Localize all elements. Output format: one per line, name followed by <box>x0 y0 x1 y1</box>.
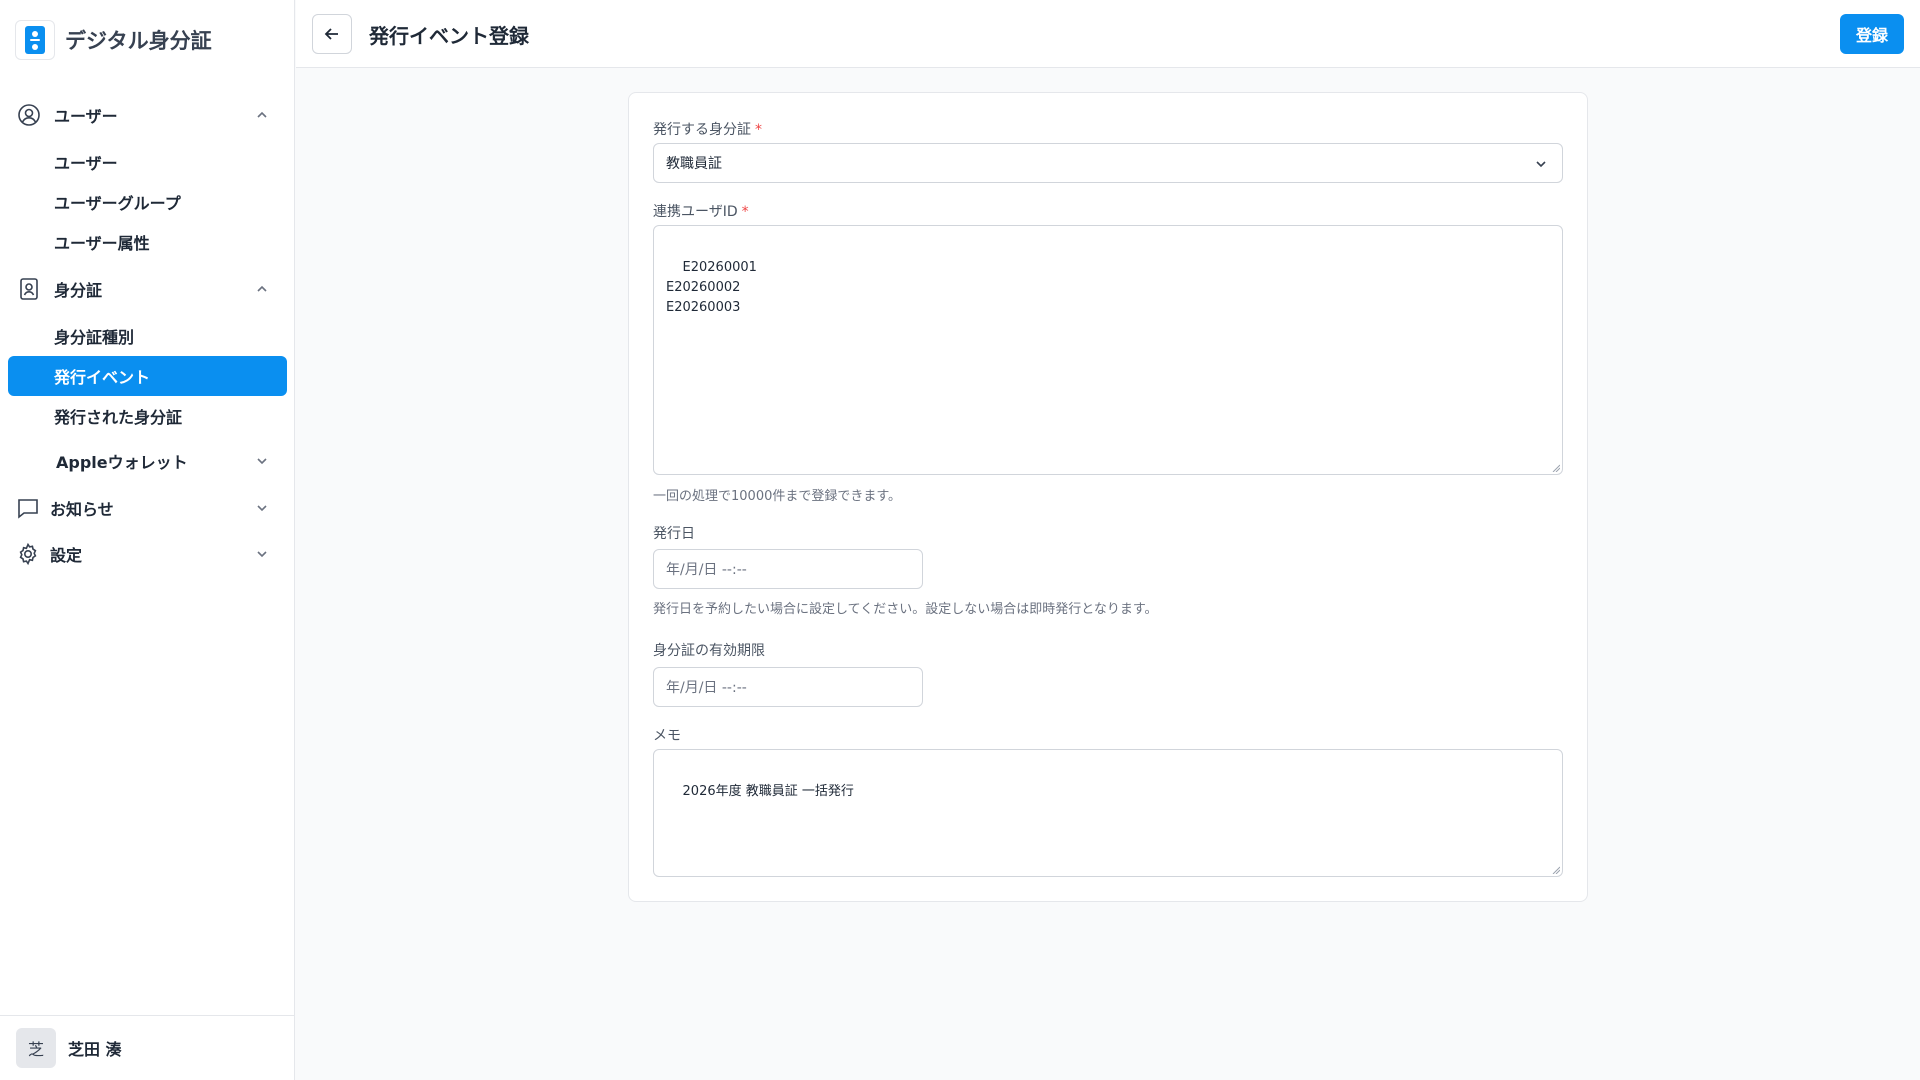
memo-value: 2026年度 教職員証 一括発行 <box>682 784 854 799</box>
user-ids-hint: 一回の処理で10000件まで登録できます。 <box>653 489 902 504</box>
resize-handle-icon[interactable] <box>1552 866 1560 874</box>
resize-handle-icon[interactable] <box>1552 464 1560 472</box>
sidebar-item-issued-ids[interactable]: 発行された身分証 <box>8 396 287 436</box>
avatar: 芝 <box>16 1028 56 1068</box>
chevron-down-icon <box>257 551 267 558</box>
sidebar-item-label: Appleウォレット <box>56 453 188 472</box>
chevron-down-icon <box>257 505 267 512</box>
user-circle-icon <box>18 104 40 126</box>
sidebar-item-id-types[interactable]: 身分証種別 <box>8 316 287 356</box>
memo-label: メモ <box>653 728 681 744</box>
nav-group-label: 身分証 <box>54 281 103 300</box>
issue-date-placeholder: 年/月/日 --:-- <box>666 562 747 578</box>
id-card-logo-icon <box>15 20 55 60</box>
memo-textarea[interactable]: 2026年度 教職員証 一括発行 <box>653 749 1563 877</box>
id-type-select[interactable]: 教職員証 <box>653 143 1563 183</box>
chevron-up-icon <box>257 111 267 118</box>
sidebar-item-user-groups[interactable]: ユーザーグループ <box>8 182 287 222</box>
nav-group-notices[interactable]: お知らせ <box>8 488 287 528</box>
chevron-down-icon <box>1536 161 1546 168</box>
page-header: 発行イベント登録 登録 <box>296 0 1920 68</box>
user-ids-textarea[interactable]: E20260001 E20260002 E20260003 <box>653 225 1563 475</box>
nav-group-label: お知らせ <box>50 500 114 519</box>
sidebar-item-label: 身分証種別 <box>54 328 135 347</box>
app-title: デジタル身分証 <box>65 29 212 53</box>
chevron-up-icon <box>257 285 267 292</box>
expiry-date-placeholder: 年/月/日 --:-- <box>666 680 747 696</box>
nav-group-ids[interactable]: 身分証 <box>8 269 287 309</box>
expiry-date-label: 身分証の有効期限 <box>653 643 765 659</box>
page-title: 発行イベント登録 <box>369 24 529 48</box>
brand[interactable]: デジタル身分証 <box>15 20 212 60</box>
sidebar-item-label: 発行イベント <box>54 368 151 387</box>
user-ids-value: E20260001 E20260002 E20260003 <box>666 260 757 315</box>
user-ids-label: 連携ユーザID * <box>653 204 749 220</box>
nav-group-settings[interactable]: 設定 <box>8 534 287 574</box>
gear-icon <box>19 542 37 566</box>
arrow-left-icon <box>324 28 338 40</box>
expiry-date-input[interactable]: 年/月/日 --:-- <box>653 667 923 707</box>
sidebar: デジタル身分証 ユーザー ユーザー ユーザーグループ ユーザー属性 身分証 身分… <box>0 0 295 1080</box>
nav-group-users[interactable]: ユーザー <box>8 95 287 135</box>
sidebar-item-label: ユーザー <box>54 154 118 173</box>
form-card: 発行する身分証 * 教職員証 連携ユーザID * E20260001 E202600… <box>628 92 1588 902</box>
chevron-down-icon <box>257 458 267 465</box>
id-type-label: 発行する身分証 * <box>653 122 762 138</box>
sidebar-item-label: ユーザーグループ <box>54 194 181 213</box>
id-badge-icon <box>20 278 38 300</box>
sidebar-item-users[interactable]: ユーザー <box>8 142 287 182</box>
sidebar-item-label: ユーザー属性 <box>54 234 150 253</box>
sidebar-item-label: 発行された身分証 <box>54 408 183 427</box>
user-name: 芝田 湊 <box>68 1040 122 1059</box>
issue-date-hint: 発行日を予約したい場合に設定してください。設定しない場合は即時発行となります。 <box>653 602 1158 617</box>
user-menu[interactable]: 芝 芝田 湊 <box>0 1015 295 1080</box>
id-type-value: 教職員証 <box>666 156 722 172</box>
sidebar-item-issue-events[interactable]: 発行イベント <box>8 356 287 396</box>
nav-group-label: ユーザー <box>54 107 118 126</box>
back-button[interactable] <box>312 14 352 54</box>
chat-bubble-icon <box>18 499 38 519</box>
issue-date-input[interactable]: 年/月/日 --:-- <box>653 549 923 589</box>
issue-date-label: 発行日 <box>653 526 695 542</box>
sidebar-item-apple-wallet[interactable]: Appleウォレット <box>8 441 287 481</box>
nav-group-label: 設定 <box>50 546 83 565</box>
register-button[interactable]: 登録 <box>1840 14 1904 54</box>
sidebar-item-user-attributes[interactable]: ユーザー属性 <box>8 222 287 262</box>
